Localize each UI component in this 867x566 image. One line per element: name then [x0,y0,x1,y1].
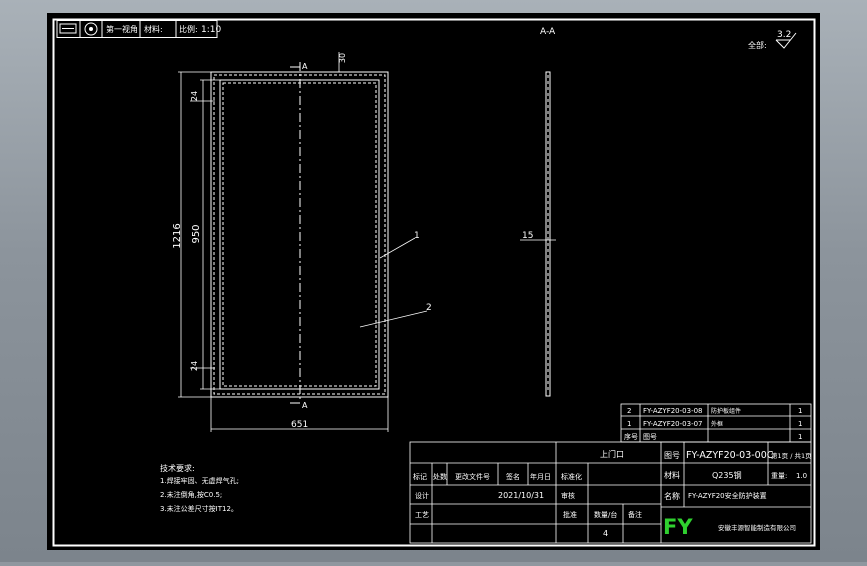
rev-header-sign: 签名 [506,472,520,481]
process-label: 工艺 [415,511,429,519]
section-view-label: A-A [540,27,556,37]
bom-row2-qty: 1 [798,420,802,428]
count-label: 数量/台 [594,510,617,519]
name-label: 名称 [664,491,680,501]
drawing-no-label: 图号 [664,451,680,460]
material-field-label: 材料 [664,470,680,480]
balloon-1: 1 [414,231,420,241]
drawing-name: FY-AZYF20安全防护装置 [688,491,767,500]
projection-label: 第一视角 [106,24,138,34]
tech-notes-title: 技术要求: [160,463,195,473]
approve-label: 批准 [563,510,577,519]
material-label: 材料: [144,24,163,34]
bom-row2-code: FY-AZYF20-03-07 [643,420,703,428]
bom-header-no: 序号 [624,432,638,441]
rev-header-docno: 更改文件号 [455,472,490,481]
scale-value: 1:10 [201,25,221,35]
rev-header-date: 年月日 [530,472,551,481]
count-value: 4 [603,529,608,538]
bom-row1-name: 防护板组件 [711,407,741,415]
standard-label: 标准化 [561,472,582,481]
dim-edge-bottom: 24 [190,361,199,371]
section-marker-bottom: A [302,401,308,410]
dim-width-total: 651 [291,420,308,430]
dim-height-inner: 950 [191,224,202,243]
part-name: 上门口 [600,449,624,459]
tech-note-3: 3.未注公差尺寸按IT12。 [160,504,238,513]
tech-note-1: 1.焊接牢固、无虚焊气孔; [160,476,239,485]
bom-row2-no: 1 [627,420,631,428]
section-marker-top: A [302,62,308,71]
tech-note-2: 2.未注倒角,按C0.5; [160,490,222,499]
drawing-no: FY-AZYF20-03-00C [686,450,774,461]
dim-thickness: 15 [522,231,533,241]
rev-header-mark: 标记 [413,472,427,481]
dim-edge-top: 24 [190,91,199,101]
sheet-count: 第1页 / 共1页 [771,451,812,460]
cad-drawing-canvas: 第一视角 材料: 比例: 1:10 A-A 全部: 3.2 A A 1216 9… [47,13,820,550]
remark-label: 备注 [628,510,642,519]
bom-header-qty: 1 [798,433,802,441]
bom-row2-name: 外框 [711,420,723,428]
material-value: Q235钢 [712,470,742,480]
dim-top-offset: 30 [338,53,347,63]
roughness-value: 3.2 [777,30,791,40]
scale-label: 比例: [179,24,198,34]
design-label: 设计 [415,491,429,500]
bom-row1-no: 2 [627,407,631,415]
roughness-label: 全部: [748,40,767,50]
bom-row1-code: FY-AZYF20-03-08 [643,407,703,415]
bom-row1-qty: 1 [798,407,802,415]
check-label: 审核 [561,491,575,500]
dim-height-total: 1216 [172,223,183,248]
balloon-2: 2 [426,303,432,313]
bom-header-code: 图号 [643,433,657,441]
rev-header-count: 处数 [433,472,447,481]
cad-window: 第一视角 材料: 比例: 1:10 A-A 全部: 3.2 A A 1216 9… [0,0,867,562]
company-name: 安徽丰源智能制造有限公司 [718,523,796,532]
company-logo: FY [663,515,693,539]
weight-value: 1.0 [796,472,807,480]
weight-label: 重量: [771,472,787,480]
design-date: 2021/10/31 [498,491,544,500]
